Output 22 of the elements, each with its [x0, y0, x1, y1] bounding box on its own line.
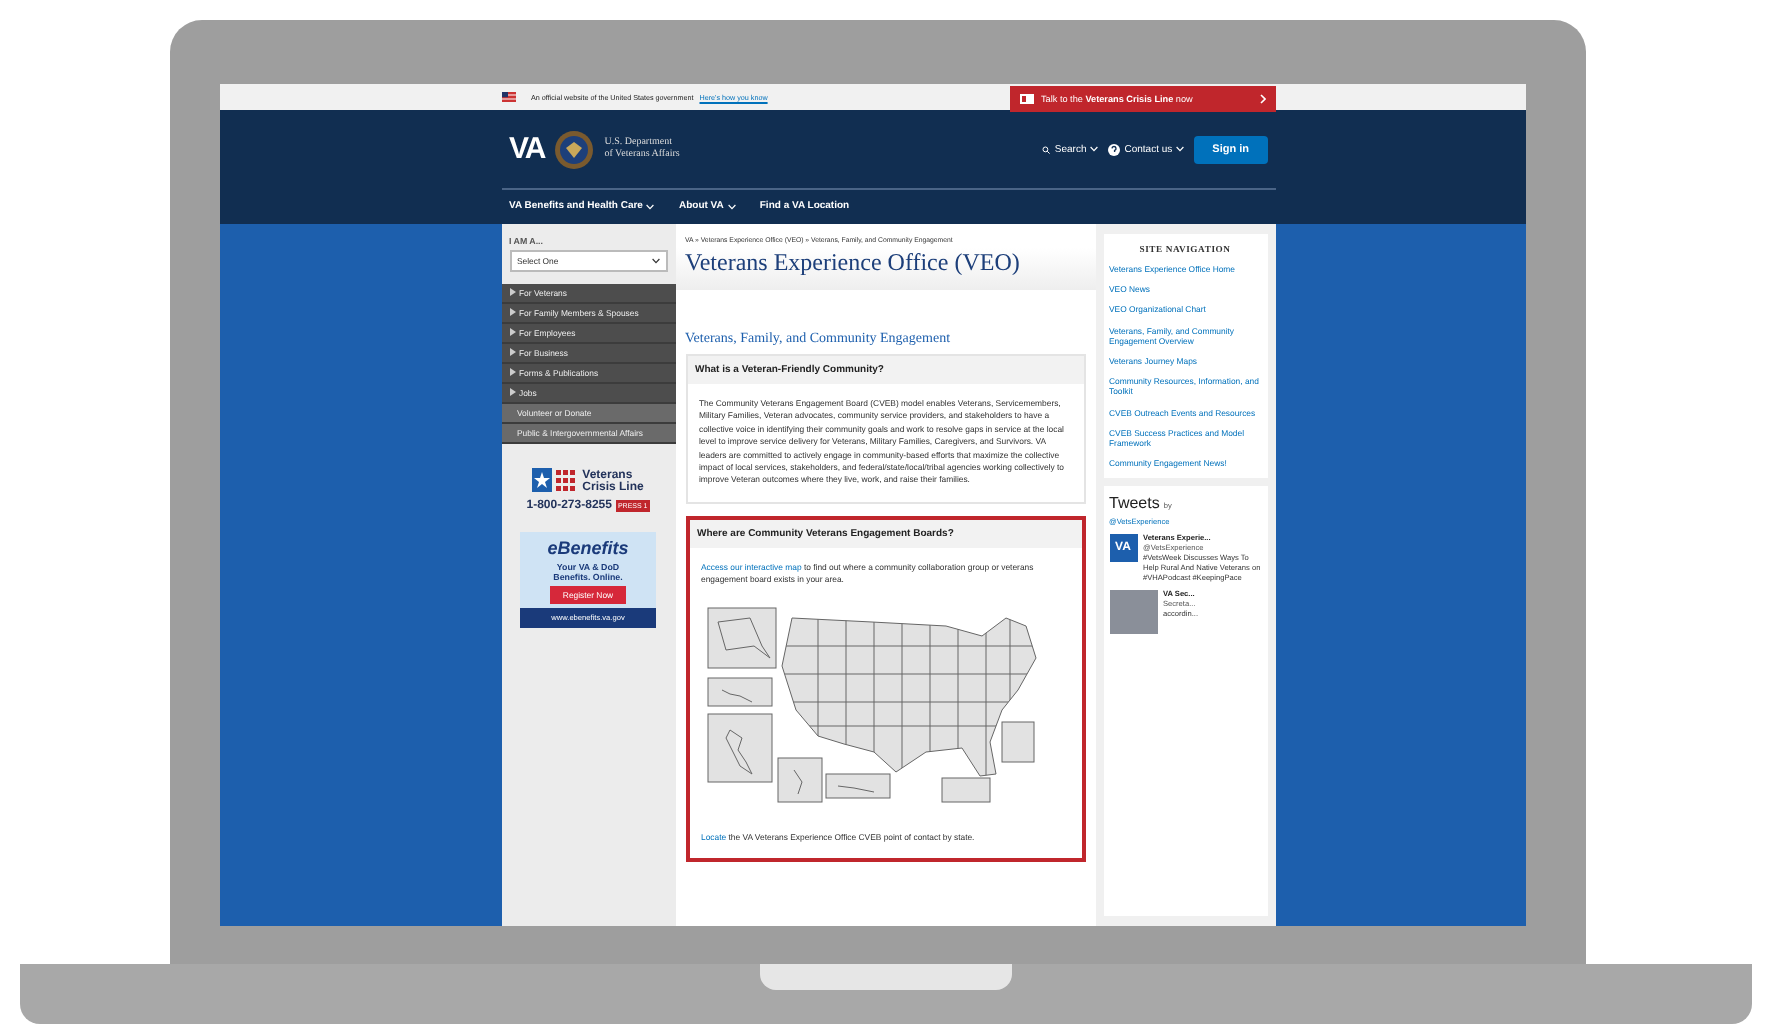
crisis-line-logo-icon	[532, 468, 577, 496]
search-icon	[1042, 145, 1051, 153]
flag-icon	[501, 92, 515, 102]
caret-icon	[1176, 146, 1185, 152]
help-icon	[1108, 143, 1121, 155]
page-title: Veterans Experience Office (VEO)	[675, 248, 1095, 290]
photo-placeholder	[1109, 590, 1157, 635]
caret-icon	[651, 258, 659, 264]
seal-icon	[554, 129, 595, 169]
caret-icon	[646, 203, 655, 209]
arrow-right-icon	[509, 308, 515, 316]
caret-icon	[727, 203, 736, 209]
va-logo[interactable]: VA	[509, 132, 545, 166]
arrow-right-icon	[509, 328, 515, 336]
arrow-right-icon	[509, 288, 515, 296]
ebenefits-logo: eBenefits	[547, 538, 629, 558]
tweets-title: Tweets	[1109, 494, 1160, 513]
arrow-right-icon	[509, 388, 515, 396]
arrow-right-icon	[509, 368, 515, 376]
chevron-right-icon	[1259, 94, 1265, 104]
arrow-right-icon	[509, 348, 515, 356]
caret-icon	[1090, 146, 1099, 152]
